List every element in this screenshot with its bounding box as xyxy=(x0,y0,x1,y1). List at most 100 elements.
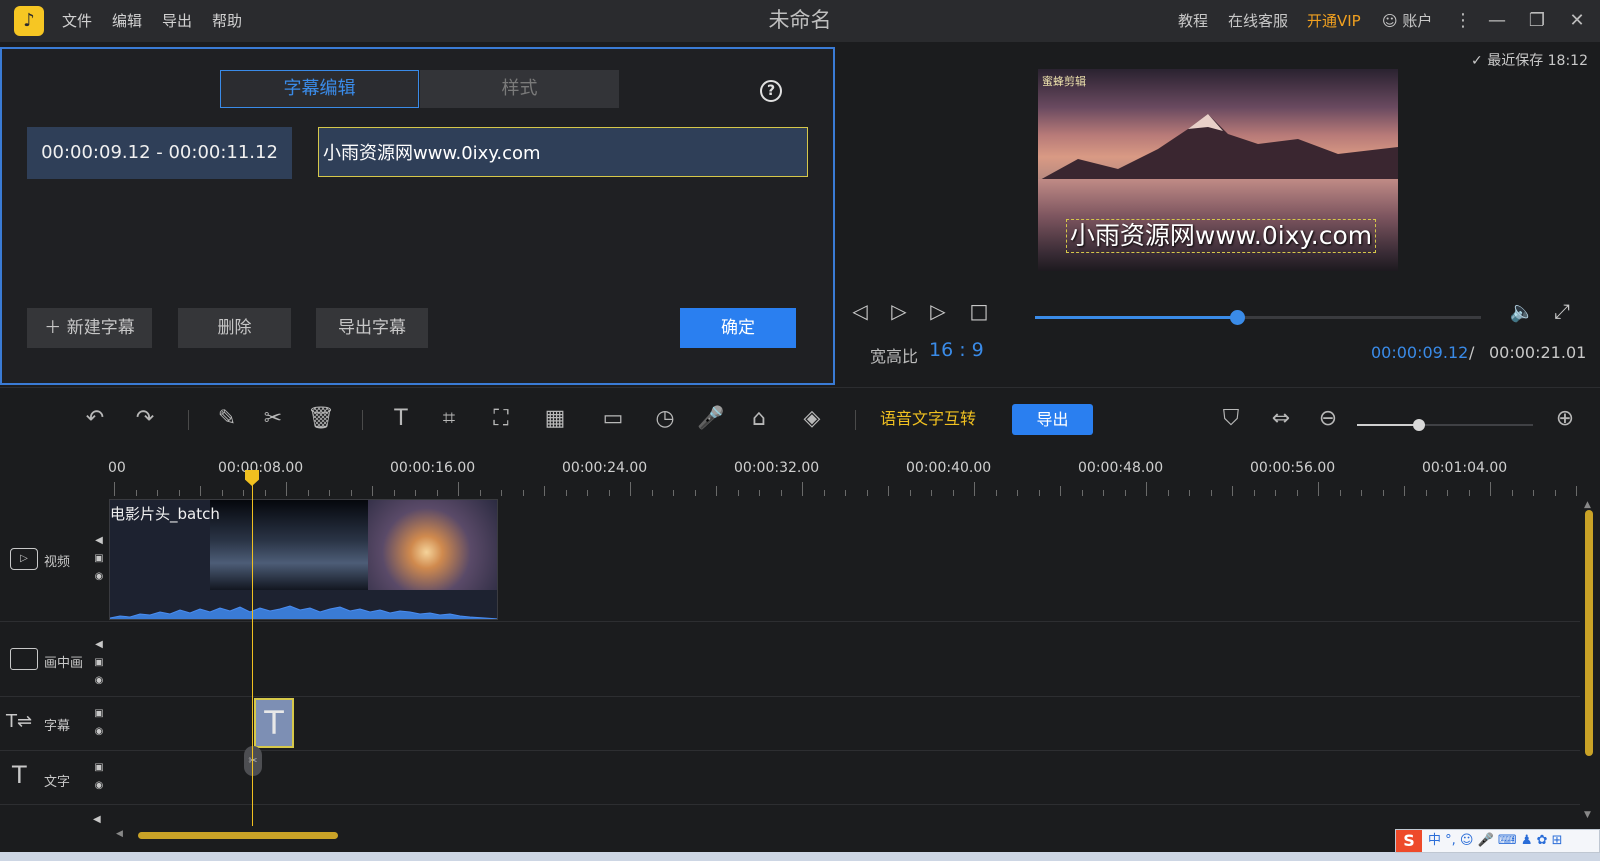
vertical-scrollbar[interactable] xyxy=(1585,510,1593,756)
menu-help[interactable]: 帮助 xyxy=(212,0,242,42)
subtitle-text-input[interactable] xyxy=(318,127,808,177)
toolbar-divider xyxy=(855,410,856,430)
horizontal-scrollbar[interactable] xyxy=(138,832,338,839)
prev-frame-icon[interactable]: ◁ xyxy=(846,297,874,325)
trash-icon[interactable]: 🗑 xyxy=(304,402,338,436)
delete-button[interactable]: 删除 xyxy=(178,308,291,348)
new-subtitle-button[interactable]: ＋ 新建字幕 xyxy=(27,308,152,348)
fit-width-icon[interactable]: ⇔ xyxy=(1264,402,1298,436)
pip-icon xyxy=(10,648,38,670)
video-preview[interactable]: 蜜蜂剪辑 小雨资源网www.0ixy.com xyxy=(1038,69,1398,271)
eye-icon[interactable]: ◉ xyxy=(93,568,105,586)
track-controls: ◀ ▣ ◉ xyxy=(93,636,105,690)
ime-tools-icon[interactable]: °, ☺ 🎤 ⌨ ♟ ✿ ⊞ xyxy=(1445,833,1562,848)
export-subtitle-button[interactable]: 导出字幕 xyxy=(316,308,428,348)
menu-file[interactable]: 文件 xyxy=(62,0,92,42)
scroll-left-icon[interactable]: ◀ xyxy=(116,829,123,839)
undo-icon[interactable]: ↶ xyxy=(78,402,112,436)
user-icon: ☺ xyxy=(1382,12,1398,30)
ruler-tick xyxy=(802,482,803,496)
support-link[interactable]: 在线客服 xyxy=(1228,0,1288,42)
lock-icon[interactable]: ▣ xyxy=(93,759,105,777)
scroll-down-icon[interactable]: ▼ xyxy=(1584,810,1591,820)
menu-export[interactable]: 导出 xyxy=(162,0,192,42)
ruler-tick xyxy=(888,486,889,496)
export-button[interactable]: 导出 xyxy=(1012,404,1093,435)
tab-subtitle-edit[interactable]: 字幕编辑 xyxy=(220,70,419,108)
scissors-icon[interactable]: ✂ xyxy=(256,402,290,436)
volume-icon[interactable]: 🔈 xyxy=(1508,297,1536,325)
clock-icon[interactable]: ◷ xyxy=(648,402,682,436)
eye-icon[interactable]: ◉ xyxy=(93,672,105,690)
track-controls: ▣ ◉ xyxy=(93,705,105,741)
speech-to-text-button[interactable]: 语音文字互转 xyxy=(880,402,976,436)
menu-edit[interactable]: 编辑 xyxy=(112,0,142,42)
pencil-icon[interactable]: ✎ xyxy=(210,402,244,436)
eye-icon[interactable]: ◉ xyxy=(93,723,105,741)
music-track-volume-icon[interactable]: ◀ xyxy=(93,814,101,825)
eye-icon[interactable]: ◉ xyxy=(93,777,105,795)
ruler-tick xyxy=(200,486,201,496)
ruler-tick xyxy=(716,486,717,496)
split-marker-icon[interactable]: ✂ xyxy=(244,746,262,776)
track-label-video: 视频 xyxy=(44,555,71,570)
resize-icon[interactable]: ⛶ xyxy=(484,402,518,436)
last-saved: ✓ 最近保存 18:12 xyxy=(1471,50,1588,70)
preview-subtitle-overlay[interactable]: 小雨资源网www.0ixy.com xyxy=(1066,219,1376,253)
confirm-button[interactable]: 确定 xyxy=(680,308,796,348)
fullscreen-icon[interactable]: ⤢ xyxy=(1548,297,1576,325)
text-track-icon: T xyxy=(12,761,27,789)
ruler-tick xyxy=(544,486,545,496)
subtitle-time-range[interactable]: 00:00:09.12 - 00:00:11.12 xyxy=(27,127,292,179)
toolbar-divider xyxy=(362,410,363,430)
redo-icon[interactable]: ↷ xyxy=(128,402,162,436)
scroll-up-icon[interactable]: ▲ xyxy=(1584,500,1591,510)
zoom-out-icon[interactable]: ⊖ xyxy=(1311,402,1345,436)
microphone-icon[interactable]: 🎤 xyxy=(694,402,728,436)
more-icon[interactable]: ⋮ xyxy=(1448,0,1478,42)
crop-icon[interactable]: ⌗ xyxy=(432,402,466,436)
lock-icon[interactable]: ▣ xyxy=(93,550,105,568)
track-controls: ◀ ▣ ◉ xyxy=(93,532,105,586)
minimize-icon[interactable]: — xyxy=(1482,0,1512,42)
text-tool-icon[interactable]: T xyxy=(384,402,418,436)
ime-mode[interactable]: 中 xyxy=(1428,833,1441,848)
lock-icon[interactable]: ▣ xyxy=(93,654,105,672)
vip-link[interactable]: 开通VIP xyxy=(1307,0,1361,42)
seek-bar[interactable] xyxy=(1035,310,1481,325)
ime-toolbar[interactable]: S 中 °, ☺ 🎤 ⌨ ♟ ✿ ⊞ xyxy=(1395,829,1600,853)
timeline-ruler[interactable]: 00 00:00:08.00 00:00:16.00 00:00:24.00 0… xyxy=(108,452,1588,496)
clip-thumbnail xyxy=(210,500,370,590)
mosaic-icon[interactable]: ▦ xyxy=(538,402,572,436)
stop-icon[interactable]: □ xyxy=(965,297,993,325)
zoom-in-icon[interactable]: ⊕ xyxy=(1548,402,1582,436)
zoom-slider[interactable] xyxy=(1357,419,1533,431)
toolbar-divider xyxy=(188,410,189,430)
aspect-ratio-value[interactable]: 16 : 9 xyxy=(929,339,984,361)
video-clip[interactable]: 电影片头_batch xyxy=(109,499,498,620)
frame-icon[interactable]: ▭ xyxy=(596,402,630,436)
account-button[interactable]: ☺ 账户 xyxy=(1382,0,1432,42)
tab-style[interactable]: 样式 xyxy=(420,70,619,108)
tutorial-link[interactable]: 教程 xyxy=(1178,0,1208,42)
volume-icon[interactable]: ◀ xyxy=(93,636,105,654)
help-icon[interactable]: ? xyxy=(760,80,782,102)
fill-icon[interactable]: ◈ xyxy=(795,402,829,436)
app-logo-icon: ♪ xyxy=(14,6,44,36)
close-icon[interactable]: ✕ xyxy=(1562,0,1592,42)
marker-icon[interactable]: ⛉ xyxy=(1214,402,1248,436)
playhead-line xyxy=(252,476,253,826)
play-icon[interactable]: ▷ xyxy=(885,297,913,325)
subtitle-track-icon: T⇌ xyxy=(6,711,33,732)
lock-icon[interactable]: ▣ xyxy=(93,705,105,723)
presenter-icon[interactable]: ⌂ xyxy=(742,402,776,436)
ruler-tick xyxy=(630,482,631,496)
subtitle-clip[interactable]: T xyxy=(254,698,294,748)
next-frame-icon[interactable]: ▷ xyxy=(924,297,952,325)
restore-icon[interactable]: ❐ xyxy=(1522,0,1552,42)
app-window: ♪ 文件 编辑 导出 帮助 未命名 教程 在线客服 开通VIP ☺ 账户 ⋮ —… xyxy=(0,0,1600,861)
volume-icon[interactable]: ◀ xyxy=(93,532,105,550)
zoom-slider-handle[interactable] xyxy=(1412,419,1425,431)
seek-bar-handle[interactable] xyxy=(1230,310,1246,325)
account-label: 账户 xyxy=(1402,12,1433,30)
